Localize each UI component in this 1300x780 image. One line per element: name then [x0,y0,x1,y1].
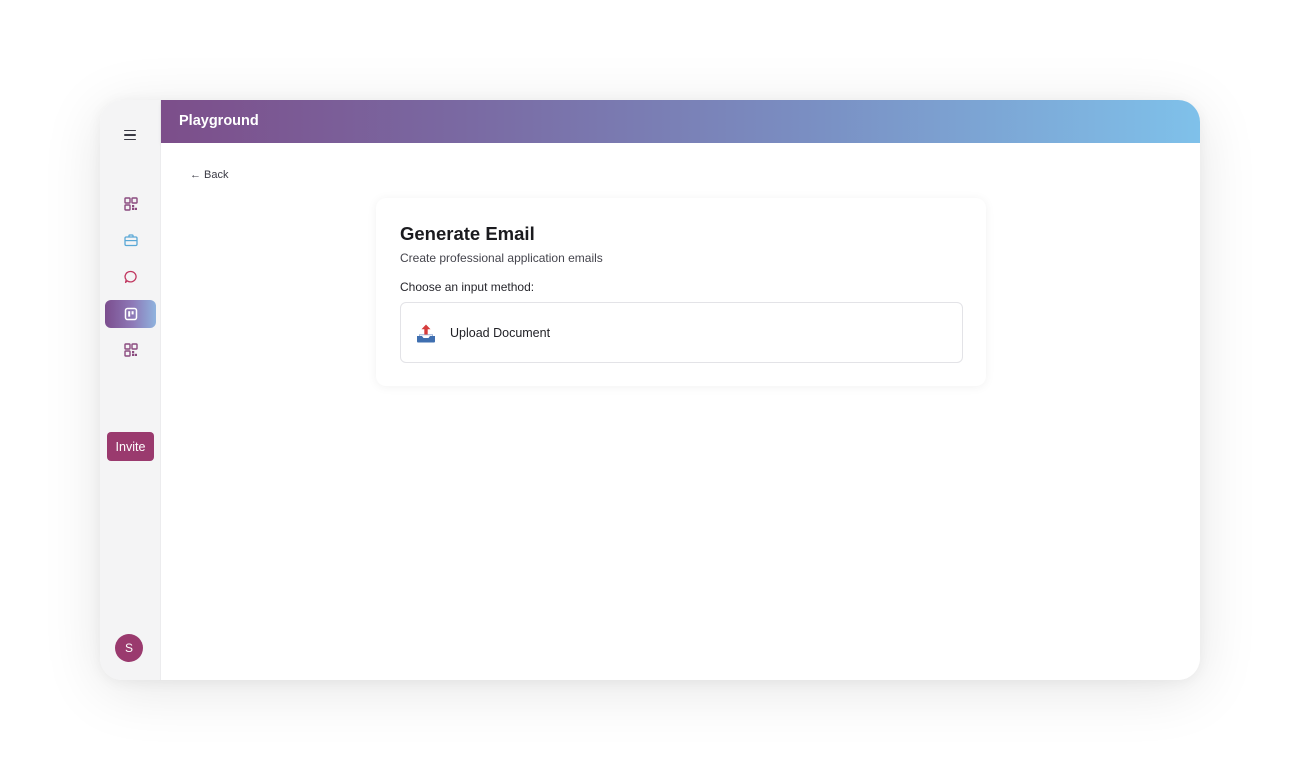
grid-apps-icon [123,343,138,357]
sidebar: Invite S [100,100,161,680]
invite-button[interactable]: Invite [107,432,154,461]
board-icon [124,307,137,321]
chat-bubble-icon [123,270,137,284]
main-content: ← Back Generate Email Create professiona… [161,143,1200,680]
top-header: Playground [161,100,1200,143]
upload-document-icon [417,324,435,342]
upload-document-label: Upload Document [450,325,551,340]
card-title: Generate Email [400,223,535,244]
page-title: Playground [179,113,259,129]
grid-apps-icon [123,197,138,211]
sidebar-item-playground[interactable] [105,300,156,328]
sidebar-item-jobs[interactable] [105,226,156,254]
input-method-label: Choose an input method: [400,280,535,294]
card-subtitle: Create professional application emails [400,251,603,265]
sidebar-item-chat[interactable] [105,263,156,291]
page-backdrop: Invite S Playground ← Back Generate Emai… [0,0,1300,780]
back-link[interactable]: ← Back [190,169,228,181]
sidebar-item-apps[interactable] [105,190,156,218]
briefcase-icon [123,234,138,247]
user-avatar[interactable]: S [115,634,143,662]
sidebar-item-more-apps[interactable] [105,336,156,364]
app-window: Invite S Playground ← Back Generate Emai… [100,100,1200,680]
hamburger-menu-icon[interactable] [119,124,141,146]
upload-document-option[interactable]: Upload Document [400,302,963,363]
back-link-label: Back [204,169,229,181]
generate-email-card: Generate Email Create professional appli… [376,198,986,386]
arrow-left-icon: ← [190,169,201,181]
